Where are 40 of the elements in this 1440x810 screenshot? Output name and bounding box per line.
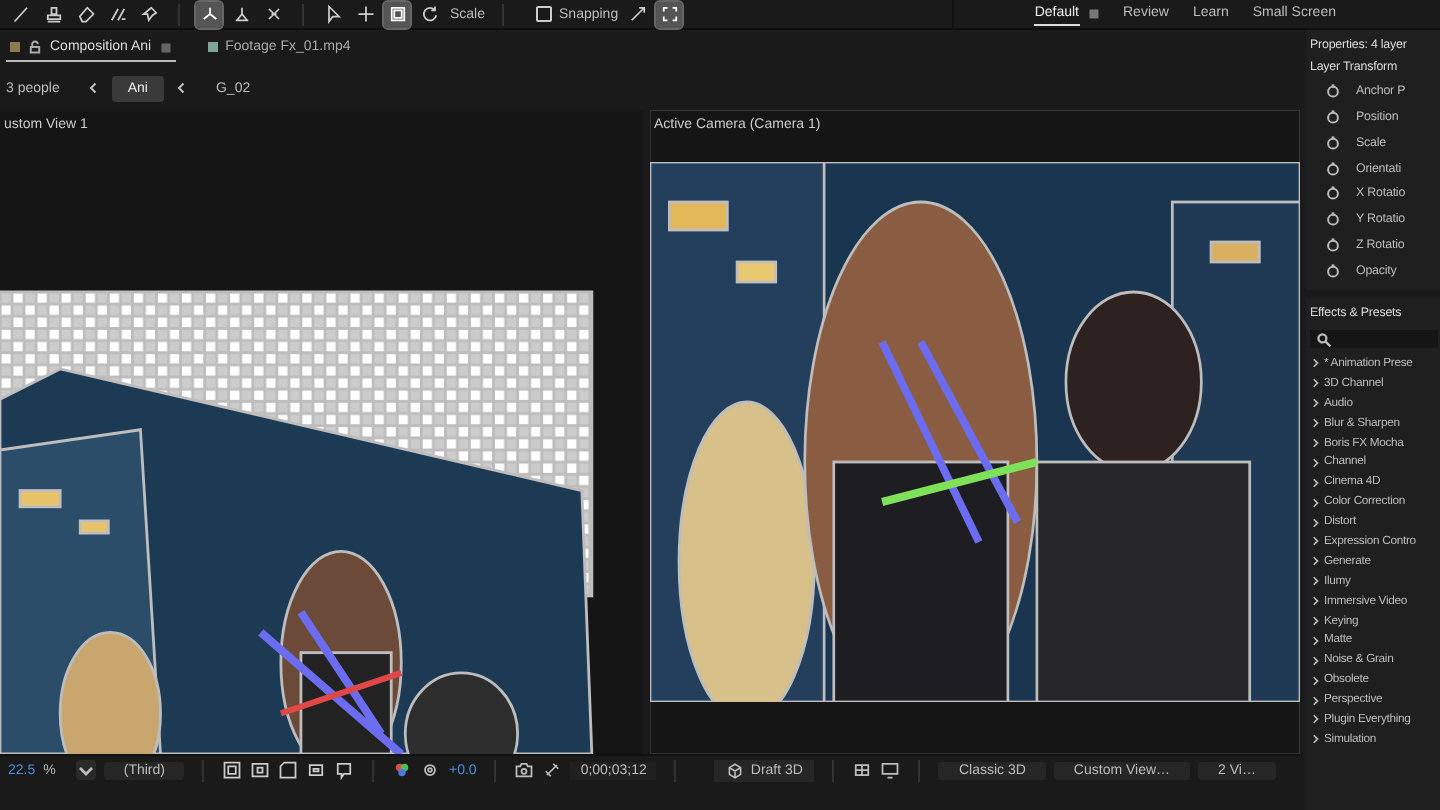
plus-icon	[355, 4, 375, 24]
pin-icon	[139, 4, 159, 24]
view-option-icon[interactable]	[334, 760, 355, 780]
lock-icon[interactable]	[28, 40, 42, 54]
color-channels-icon[interactable]	[392, 760, 413, 780]
stopwatch-icon[interactable]	[1326, 264, 1340, 279]
grid-icon[interactable]	[852, 760, 873, 780]
fit-tool[interactable]	[656, 1, 683, 27]
menu-icon[interactable]	[1087, 8, 1099, 20]
stamp-icon	[43, 4, 63, 24]
stopwatch-icon[interactable]	[1326, 109, 1340, 124]
view-option-icon[interactable]	[306, 760, 327, 780]
view-option-icon[interactable]	[250, 760, 271, 780]
menu-icon[interactable]	[159, 41, 172, 53]
square-tool[interactable]	[384, 1, 410, 27]
search-field[interactable]	[1310, 330, 1438, 348]
stopwatch-icon[interactable]	[1326, 135, 1340, 150]
arrow-icon	[323, 4, 343, 24]
brush-icon	[11, 4, 31, 24]
eraser-icon	[75, 4, 95, 24]
expand-icon	[627, 4, 648, 24]
stopwatch-icon[interactable]	[1326, 186, 1340, 201]
monitor-icon[interactable]	[880, 760, 901, 780]
stopwatch-icon[interactable]	[1326, 83, 1340, 98]
chevron-left-icon[interactable]	[175, 82, 188, 94]
chevron-left-icon[interactable]	[87, 82, 100, 94]
caret-icon[interactable]	[75, 760, 96, 780]
view-option-icon[interactable]	[278, 760, 299, 780]
search-icon	[1316, 331, 1332, 347]
stopwatch-icon[interactable]	[1326, 212, 1340, 227]
stopwatch-icon[interactable]	[1326, 161, 1340, 176]
camera-icon[interactable]	[514, 760, 535, 780]
view-option-icon[interactable]	[222, 760, 243, 780]
fit-icon	[659, 4, 680, 24]
cube-icon	[726, 761, 745, 779]
rotate-icon	[419, 4, 439, 24]
stopwatch-icon[interactable]	[1326, 238, 1340, 253]
roto-brush-icon	[107, 4, 127, 24]
snapping-checkbox[interactable]	[535, 6, 552, 22]
pin-tool[interactable]	[136, 1, 162, 27]
